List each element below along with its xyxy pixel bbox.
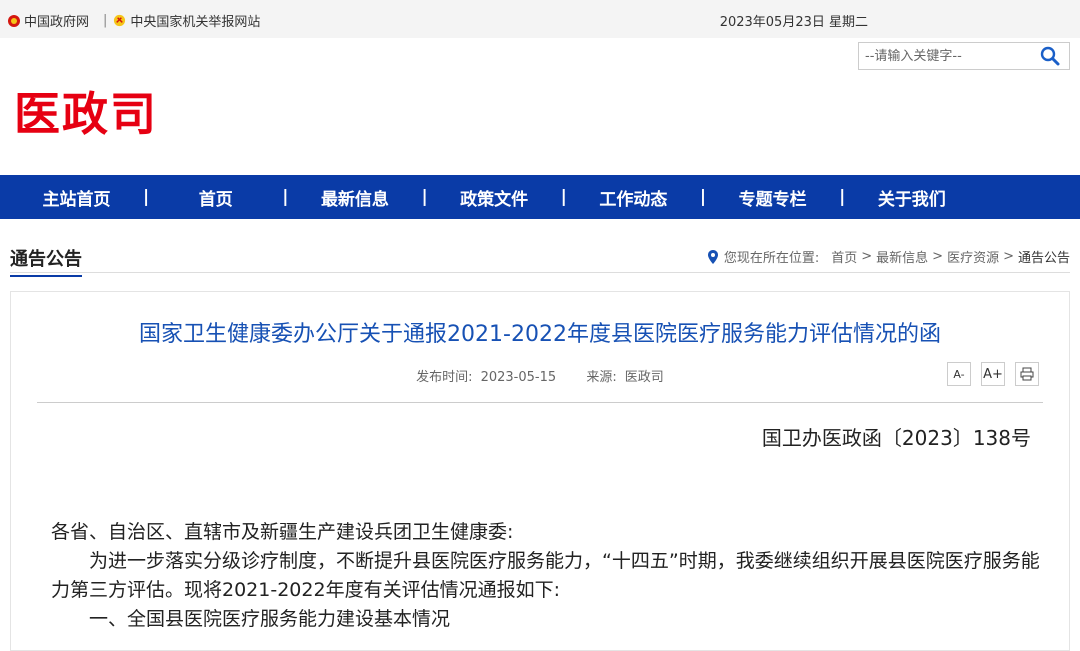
source-value: 医政司 <box>624 370 664 385</box>
search-button[interactable] <box>1035 43 1065 69</box>
breadcrumb: 您现在所在位置: 首页 > 最新信息 > 医疗资源 > 通告公告 <box>707 247 1070 266</box>
search-input[interactable] <box>859 43 1035 69</box>
main-nav: 主站首页 | 首页 | 最新信息 | 政策文件 | 工作动态 | 专题专栏 | … <box>0 175 1080 219</box>
document-number: 国卫办医政函〔2023〕138号 <box>761 426 1031 450</box>
breadcrumb-home[interactable]: 首页 <box>831 247 857 266</box>
search-box <box>858 42 1070 70</box>
breadcrumb-medical-resources[interactable]: 医疗资源 <box>947 247 999 266</box>
party-badge-icon <box>114 14 126 27</box>
article-title: 国家卫生健康委办公厅关于通报2021-2022年度县医院医疗服务能力评估情况的函 <box>139 322 941 347</box>
link-separator: | <box>103 13 108 28</box>
top-links: 中国政府网 | 中央国家机关举报网站 <box>8 11 260 30</box>
top-utility-bar: 中国政府网 | 中央国家机关举报网站 2023年05月23日 星期二 <box>0 0 1080 38</box>
current-date: 2023年05月23日 星期二 <box>719 15 868 30</box>
report-site-label: 中央国家机关举报网站 <box>130 15 261 30</box>
breadcrumb-prefix: 您现在所在位置: <box>723 251 820 266</box>
font-decrease-icon: A- <box>953 367 965 381</box>
article-tools: A- A+ <box>947 362 1039 386</box>
search-icon <box>1040 46 1060 66</box>
nav-home[interactable]: 首页 <box>149 185 282 210</box>
source-label: 来源: <box>586 370 617 385</box>
gov-portal-link[interactable]: 中国政府网 <box>8 11 89 30</box>
national-emblem-icon <box>8 14 20 27</box>
breadcrumb-current[interactable]: 通告公告 <box>1018 247 1070 266</box>
print-button[interactable] <box>1015 362 1039 386</box>
nav-work-news[interactable]: 工作动态 <box>567 185 700 210</box>
breadcrumb-latest-info[interactable]: 最新信息 <box>876 247 928 266</box>
nav-main-site-home[interactable]: 主站首页 <box>10 185 143 210</box>
salutation: 各省、自治区、直辖市及新疆生产建设兵团卫生健康委: <box>51 521 514 543</box>
nav-about-us[interactable]: 关于我们 <box>845 185 978 210</box>
font-increase-icon: A+ <box>983 366 1003 382</box>
section-divider <box>10 272 1070 273</box>
article-divider <box>37 402 1043 403</box>
publish-label: 发布时间: <box>416 370 473 385</box>
site-logo[interactable]: 医政司 <box>14 78 158 144</box>
section-heading: 一、全国县医院医疗服务能力建设基本情况 <box>89 608 451 630</box>
nav-special-topics[interactable]: 专题专栏 <box>706 185 839 210</box>
font-increase-button[interactable]: A+ <box>981 362 1005 386</box>
gov-portal-label: 中国政府网 <box>24 15 90 30</box>
font-decrease-button[interactable]: A- <box>947 362 971 386</box>
location-pin-icon <box>707 249 718 264</box>
nav-latest-info[interactable]: 最新信息 <box>288 185 421 210</box>
article-panel: 国家卫生健康委办公厅关于通报2021-2022年度县医院医疗服务能力评估情况的函… <box>10 291 1070 651</box>
body-paragraph: 为进一步落实分级诊疗制度，不断提升县医院医疗服务能力，“十四五”时期，我委继续组… <box>51 550 1040 601</box>
article-meta: 发布时间: 2023-05-15 来源: 医政司 <box>11 366 1069 385</box>
publish-date: 2023-05-15 <box>480 370 557 385</box>
article-body: 各省、自治区、直辖市及新疆生产建设兵团卫生健康委: 为进一步落实分级诊疗制度，不… <box>51 518 1041 634</box>
report-site-link[interactable]: 中央国家机关举报网站 <box>113 11 260 30</box>
print-icon <box>1020 367 1034 381</box>
nav-policy-docs[interactable]: 政策文件 <box>428 185 561 210</box>
